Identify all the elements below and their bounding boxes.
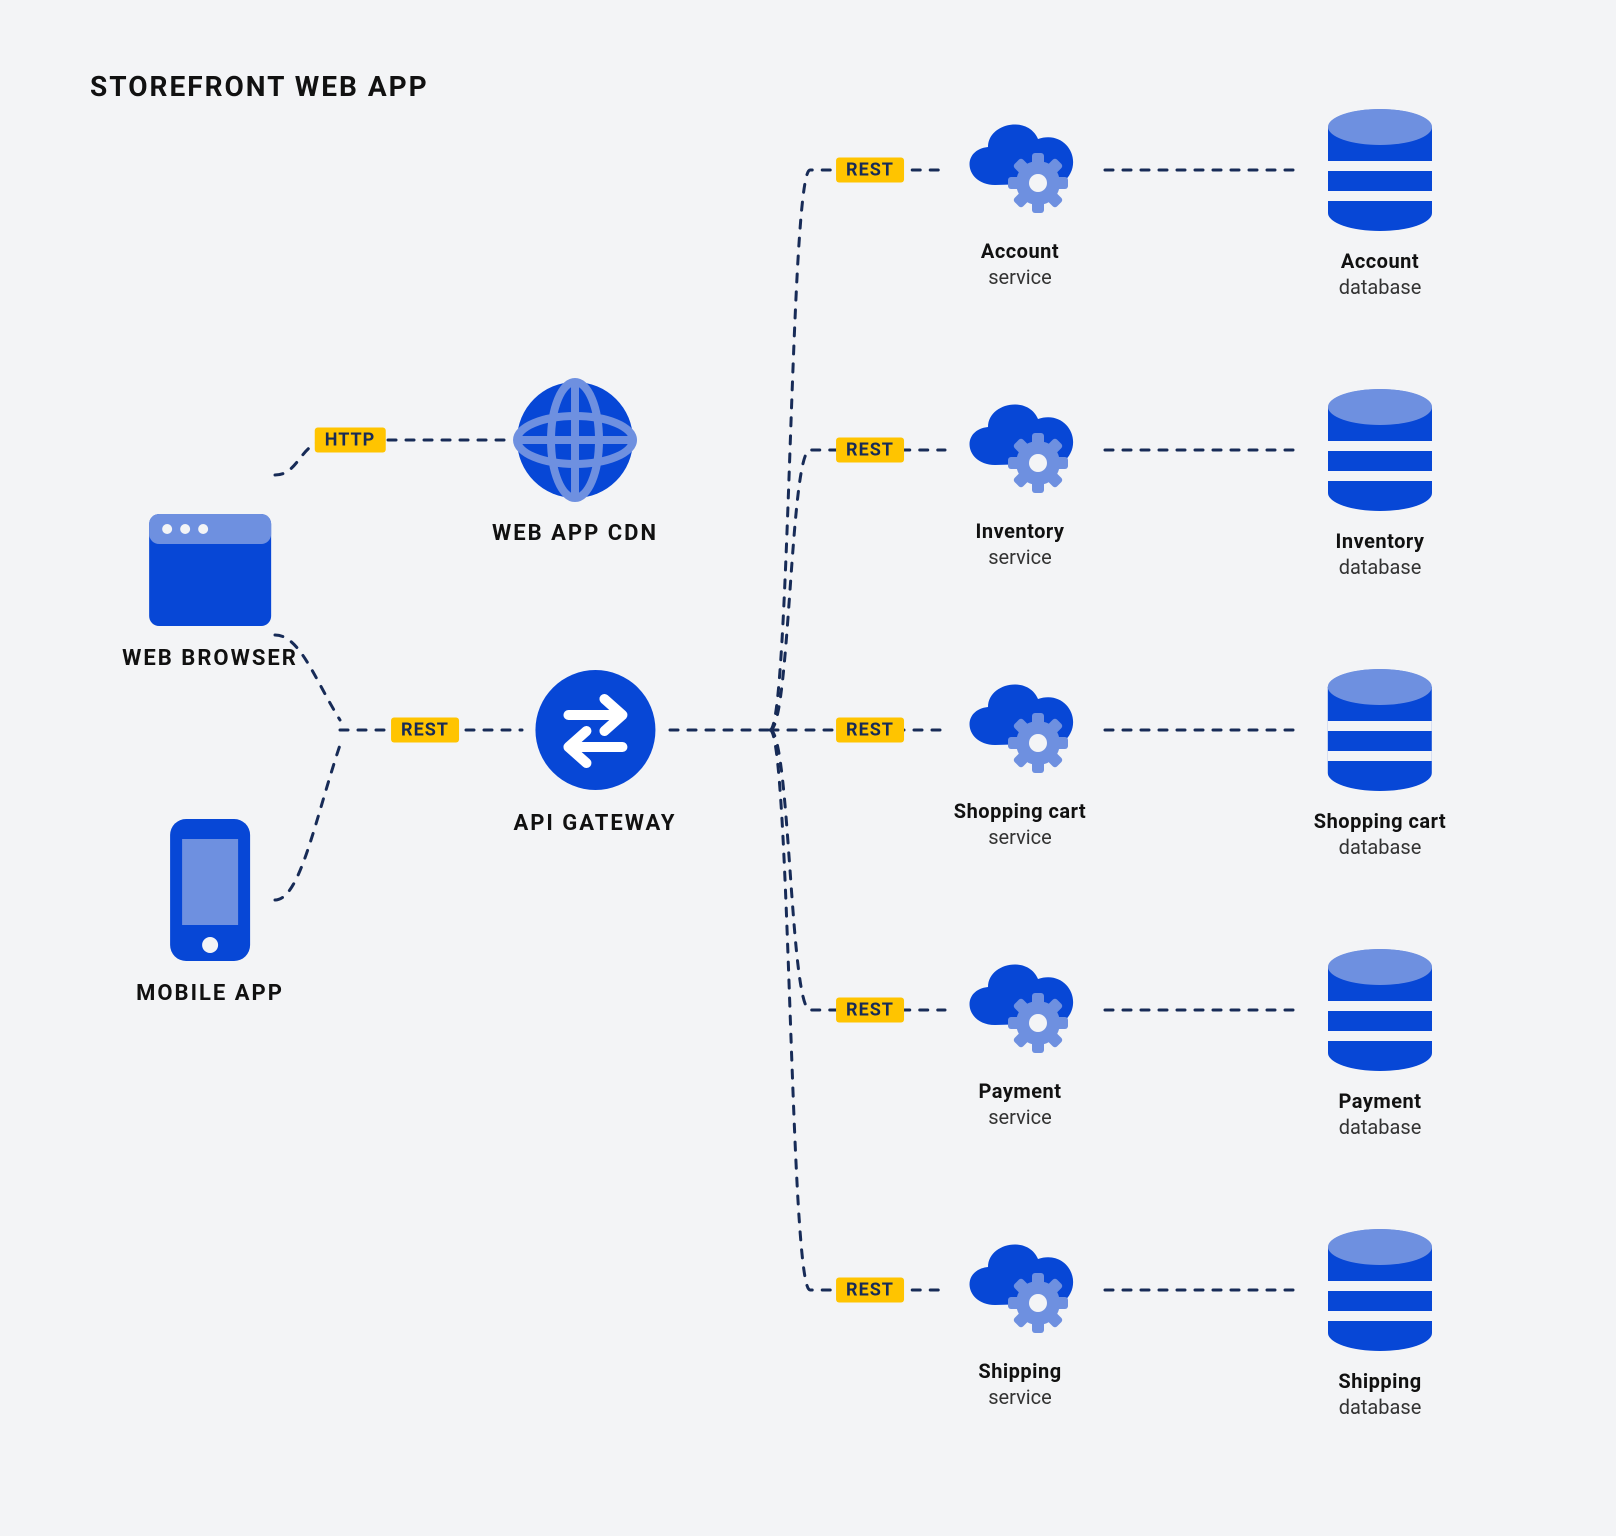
api-gateway-icon bbox=[530, 665, 660, 795]
web-browser-label: WEB BROWSER bbox=[122, 646, 298, 671]
cdn-label: WEB APP CDN bbox=[492, 521, 658, 546]
rest-badge-cart: REST bbox=[836, 718, 904, 743]
browser-window-icon bbox=[145, 510, 275, 630]
database-payment-sub: database bbox=[1320, 1115, 1440, 1139]
service-inventory: Inventory service bbox=[950, 385, 1090, 569]
rest-badge-shipping: REST bbox=[836, 1278, 904, 1303]
service-account-sub: service bbox=[950, 265, 1090, 289]
database-icon bbox=[1320, 1225, 1440, 1355]
service-account-name: Account bbox=[950, 239, 1090, 263]
database-shipping-name: Shipping bbox=[1320, 1369, 1440, 1393]
database-icon bbox=[1320, 385, 1440, 515]
database-payment-name: Payment bbox=[1320, 1089, 1440, 1113]
service-shipping-sub: service bbox=[950, 1385, 1090, 1409]
service-payment-sub: service bbox=[950, 1105, 1090, 1129]
mobile-app-node: MOBILE APP bbox=[136, 815, 284, 1006]
database-account: Account database bbox=[1320, 105, 1440, 299]
service-cart-name: Shopping cart bbox=[950, 799, 1090, 823]
service-payment: Payment service bbox=[950, 945, 1090, 1129]
cloud-service-icon bbox=[950, 385, 1090, 505]
mobile-app-label: MOBILE APP bbox=[136, 981, 284, 1006]
database-shipping-sub: database bbox=[1320, 1395, 1440, 1419]
service-shipping-name: Shipping bbox=[950, 1359, 1090, 1383]
database-cart-name: Shopping cart bbox=[1314, 809, 1446, 833]
database-payment: Payment database bbox=[1320, 945, 1440, 1139]
database-inventory: Inventory database bbox=[1320, 385, 1440, 579]
cloud-service-icon bbox=[950, 105, 1090, 225]
architecture-diagram: STOREFRONT WEB APP HTTP REST REST REST R… bbox=[0, 0, 1616, 1536]
globe-icon bbox=[510, 375, 640, 505]
database-cart-sub: database bbox=[1314, 835, 1446, 859]
database-cart: Shopping cart database bbox=[1314, 665, 1446, 859]
service-shipping: Shipping service bbox=[950, 1225, 1090, 1409]
database-inventory-sub: database bbox=[1320, 555, 1440, 579]
service-inventory-sub: service bbox=[950, 545, 1090, 569]
web-browser-node: WEB BROWSER bbox=[122, 510, 298, 671]
rest-badge-account: REST bbox=[836, 158, 904, 183]
service-cart-sub: service bbox=[950, 825, 1090, 849]
cloud-service-icon bbox=[950, 945, 1090, 1065]
http-badge: HTTP bbox=[315, 428, 386, 453]
gateway-node: API GATEWAY bbox=[513, 665, 676, 836]
cloud-service-icon bbox=[950, 665, 1090, 785]
rest-badge-payment: REST bbox=[836, 998, 904, 1023]
database-inventory-name: Inventory bbox=[1320, 529, 1440, 553]
cdn-node: WEB APP CDN bbox=[492, 375, 658, 546]
service-cart: Shopping cart service bbox=[950, 665, 1090, 849]
mobile-phone-icon bbox=[160, 815, 260, 965]
database-account-sub: database bbox=[1320, 275, 1440, 299]
service-account: Account service bbox=[950, 105, 1090, 289]
rest-badge-inventory: REST bbox=[836, 438, 904, 463]
gateway-label: API GATEWAY bbox=[513, 811, 676, 836]
service-payment-name: Payment bbox=[950, 1079, 1090, 1103]
cloud-service-icon bbox=[950, 1225, 1090, 1345]
database-icon bbox=[1320, 105, 1440, 235]
diagram-title: STOREFRONT WEB APP bbox=[90, 70, 429, 103]
database-account-name: Account bbox=[1320, 249, 1440, 273]
rest-badge-gateway: REST bbox=[391, 718, 459, 743]
database-icon bbox=[1320, 665, 1440, 795]
service-inventory-name: Inventory bbox=[950, 519, 1090, 543]
database-shipping: Shipping database bbox=[1320, 1225, 1440, 1419]
database-icon bbox=[1320, 945, 1440, 1075]
